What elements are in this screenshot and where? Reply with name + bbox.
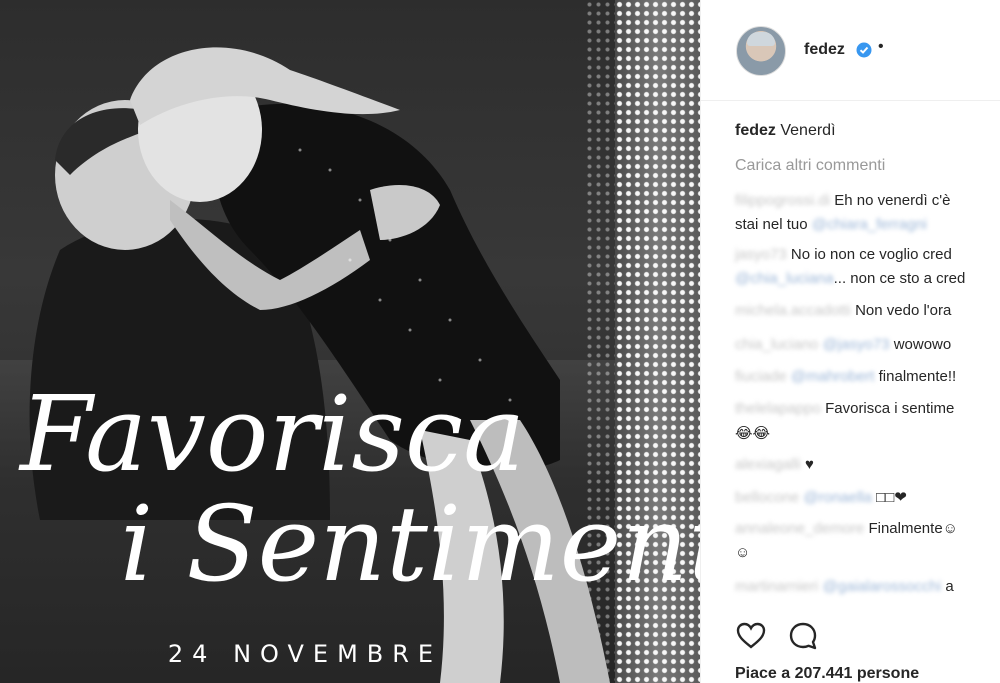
comment-text: No io non ce voglio cred: [790, 246, 952, 263]
comment-item-cont: ☺: [735, 544, 750, 561]
post-side-panel: fedez • fedez Venerdì Carica altri comme…: [700, 0, 1000, 683]
comment-username[interactable]: thelelapappo: [735, 400, 821, 417]
follow-dot: •: [878, 38, 884, 55]
comment-username[interactable]: martinarnieri: [735, 578, 818, 595]
comment-item: alexiagalli ♥: [735, 456, 814, 473]
post-username[interactable]: fedez: [804, 41, 845, 59]
caption-text: Venerdì: [780, 122, 836, 139]
comment-item: filippogrossi.di Eh no venerdì c'è: [735, 192, 951, 209]
comment-text: finalmente!!: [878, 368, 957, 385]
post-caption: fedez Venerdì: [735, 122, 836, 140]
script-line-1: Favorisca: [18, 373, 525, 495]
comment-text: a: [945, 578, 954, 595]
comment-username[interactable]: annaleone_demore: [735, 520, 864, 537]
script-title: Favorisca i Sentimenti: [18, 373, 700, 605]
comment-mention[interactable]: @gaialarossocchi: [823, 578, 942, 595]
comment-username[interactable]: alexiagalli: [735, 456, 801, 473]
comment-username[interactable]: chia_luciano: [735, 336, 818, 353]
comment-text-line2: stai nel tuo: [735, 216, 808, 233]
comment-mention[interactable]: @jasyo73: [823, 336, 890, 353]
likes-count[interactable]: Piace a 207.441 persone: [735, 665, 919, 683]
post-header: fedez •: [701, 0, 1000, 101]
comment-item-cont: stai nel tuo @chiara_ferragni: [735, 216, 927, 233]
comment-text-line2: 😂😂: [735, 425, 771, 442]
comment-text-line2: ... non ce sto a cred: [833, 270, 966, 287]
avatar[interactable]: [736, 26, 786, 76]
comment-text-line2: ☺: [735, 544, 751, 561]
comment-icon[interactable]: [787, 620, 819, 652]
script-line-2: i Sentimenti: [120, 483, 700, 605]
comment-text: Favorisca i sentime: [825, 400, 955, 417]
comment-mention[interactable]: @chiara_ferragni: [812, 216, 927, 233]
event-date: 24 NOVEMBRE: [167, 640, 443, 668]
comment-username[interactable]: filippogrossi.di: [735, 192, 830, 209]
comment-mention[interactable]: @mahrobert: [791, 368, 875, 385]
comment-username[interactable]: fiuciade: [735, 368, 787, 385]
caption-username[interactable]: fedez: [735, 122, 776, 139]
comment-text: ♥: [805, 456, 814, 473]
comment-item: thelelapappo Favorisca i sentime: [735, 400, 954, 417]
comment-username[interactable]: bellocone: [735, 489, 799, 506]
comment-text: Non vedo l'ora: [855, 302, 952, 319]
comment-item: jasyo73 No io non ce voglio cred: [735, 246, 952, 263]
load-more-comments[interactable]: Carica altri commenti: [735, 157, 885, 175]
comment-item: fiuciade @mahrobert finalmente!!: [735, 368, 956, 385]
comment-item: martinarnieri @gaialarossocchi a: [735, 578, 954, 595]
comment-item: michela.accadotti Non vedo l'ora: [735, 302, 951, 319]
comment-item: bellocone @ronaella □□❤: [735, 488, 907, 506]
heart-icon[interactable]: [735, 620, 767, 652]
comment-text: □□❤: [876, 489, 907, 506]
comment-text: Eh no venerdì c'è: [834, 192, 951, 209]
comment-username[interactable]: jasyo73: [735, 246, 787, 263]
comment-text: wowowo: [893, 336, 952, 353]
comment-item: chia_luciano @jasyo73 wowowo: [735, 336, 951, 353]
comment-item: annaleone_demore Finalmente☺: [735, 520, 958, 537]
comment-username[interactable]: michela.accadotti: [735, 302, 851, 319]
comment-mention[interactable]: @chia_luciana: [735, 270, 834, 287]
comment-item-cont: @chia_luciana... non ce sto a cred: [735, 270, 965, 287]
comment-mention[interactable]: @ronaella: [803, 489, 872, 506]
verified-badge-icon: [856, 42, 872, 58]
comment-text: Finalmente☺: [868, 520, 958, 537]
post-photo[interactable]: Favorisca i Sentimenti 24 NOVEMBRE: [0, 0, 700, 683]
comment-item-cont: 😂😂: [735, 424, 770, 442]
